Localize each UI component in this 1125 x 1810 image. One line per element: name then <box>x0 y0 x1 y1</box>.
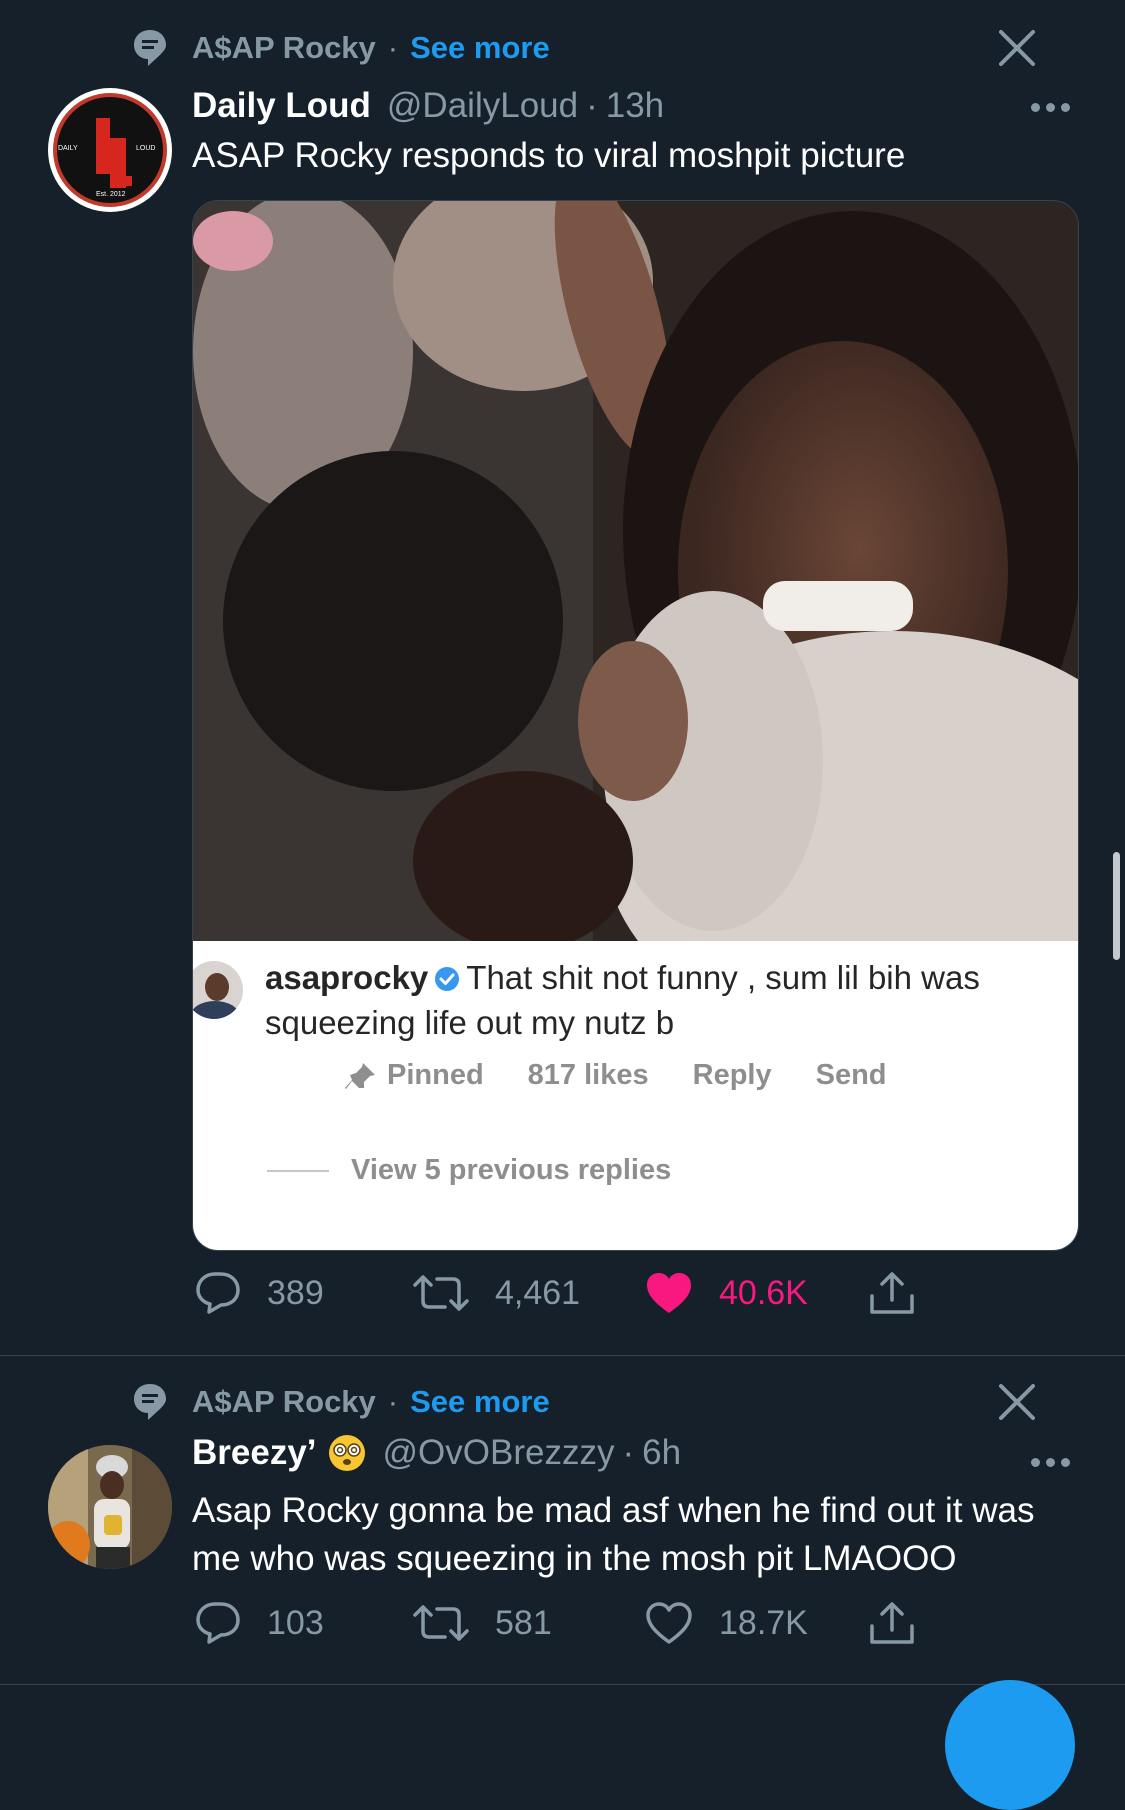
like-button[interactable]: 40.6K <box>645 1271 868 1315</box>
avatar-text-left: DAILY <box>58 145 78 152</box>
reply-count: 389 <box>267 1273 324 1312</box>
retweet-icon <box>413 1605 469 1641</box>
share-button[interactable] <box>868 1270 942 1316</box>
like-count: 18.7K <box>719 1603 808 1642</box>
verified-badge-icon <box>434 960 460 1002</box>
retweet-button[interactable]: 4,461 <box>413 1271 645 1315</box>
share-icon <box>870 1602 914 1644</box>
tweet-breezy[interactable]: A$AP Rocky · See more Breezy’ @OvOBrezzz… <box>0 1355 1125 1685</box>
tweet-divider <box>0 1684 1125 1685</box>
comment-username: asaprocky <box>265 959 429 996</box>
retweet-button[interactable]: 581 <box>413 1601 645 1645</box>
more-options-icon[interactable] <box>1031 103 1070 112</box>
more-options-icon[interactable] <box>1031 1458 1070 1467</box>
tweet-text: Asap Rocky gonna be mad asf when he find… <box>192 1491 1035 1578</box>
replies-divider <box>267 1169 329 1172</box>
topic-name[interactable]: A$AP Rocky <box>192 30 376 66</box>
instagram-comment-card: asaprocky That shit not funny , sum lil b… <box>193 941 1078 1250</box>
heart-filled-icon <box>647 1273 691 1313</box>
author-name[interactable]: Breezy’ <box>192 1433 317 1473</box>
comment-meta: Pinned 817 likes Reply Send <box>343 1059 931 1092</box>
author-handle[interactable]: @OvOBrezzzy <box>383 1433 615 1473</box>
tweet-text: ASAP Rocky responds to viral moshpit pic… <box>192 136 906 175</box>
heart-outline-icon <box>646 1602 692 1644</box>
separator-dot: · <box>622 1433 635 1472</box>
comment-reply: Reply <box>692 1059 772 1091</box>
pinned-text: Pinned <box>387 1059 484 1091</box>
author-handle[interactable]: @DailyLoud <box>387 86 578 126</box>
tweet-time[interactable]: 6h <box>642 1433 681 1473</box>
close-icon[interactable] <box>997 28 1037 68</box>
view-replies-row: View 5 previous replies <box>267 1154 671 1187</box>
tweet-time[interactable]: 13h <box>606 86 664 126</box>
compose-tweet-button[interactable] <box>945 1680 1075 1810</box>
topic-context-row: A$AP Rocky · See more <box>130 28 550 68</box>
commenter-avatar <box>193 961 243 1019</box>
reply-button[interactable]: 103 <box>195 1601 413 1645</box>
topic-name[interactable]: A$AP Rocky <box>192 1384 376 1420</box>
reply-count: 103 <box>267 1603 324 1642</box>
comment-body: asaprocky That shit not funny , sum lil b… <box>265 957 1065 1044</box>
author-name[interactable]: Daily Loud <box>192 86 371 126</box>
avatar[interactable]: DAILY LOUD Est. 2012 <box>48 88 172 212</box>
comment-likes: 817 likes <box>527 1059 649 1091</box>
tweet-actions: 389 4,461 40.6K <box>195 1270 942 1316</box>
topic-context-row: A$AP Rocky · See more <box>130 1382 550 1422</box>
avatar[interactable] <box>48 1445 172 1569</box>
tweet-daily-loud[interactable]: A$AP Rocky · See more DAILY LOUD Est. 20… <box>0 0 1125 1355</box>
tweet-media[interactable]: asaprocky That shit not funny , sum lil b… <box>192 200 1079 1251</box>
separator-dot: · <box>387 1384 399 1419</box>
dizzy-face-emoji-icon <box>327 1433 367 1473</box>
like-count: 40.6K <box>719 1273 808 1312</box>
avatar-text-est: Est. 2012 <box>96 191 126 198</box>
comment-send: Send <box>815 1059 887 1091</box>
reply-button[interactable]: 389 <box>195 1271 413 1315</box>
see-more-link[interactable]: See more <box>410 1384 550 1420</box>
media-photo[interactable] <box>193 201 1078 941</box>
topic-icon <box>130 28 170 68</box>
tweet-header: Breezy’ @OvOBrezzzy · 6h <box>192 1431 681 1475</box>
separator-dot: · <box>387 30 399 65</box>
retweet-count: 581 <box>495 1603 552 1642</box>
retweet-count: 4,461 <box>495 1273 581 1312</box>
share-icon <box>870 1272 914 1314</box>
like-button[interactable]: 18.7K <box>645 1601 868 1645</box>
view-replies-text: View 5 previous replies <box>351 1154 672 1186</box>
avatar-text-right: LOUD <box>136 145 155 152</box>
close-icon[interactable] <box>997 1382 1037 1422</box>
topic-icon <box>130 1382 170 1422</box>
pinned-label: Pinned <box>343 1059 484 1092</box>
share-button[interactable] <box>868 1600 942 1646</box>
tweet-header: Daily Loud @DailyLoud · 13h <box>192 84 664 128</box>
tweet-actions: 103 581 18.7K <box>195 1600 942 1646</box>
separator-dot: · <box>586 86 598 125</box>
reply-icon <box>196 1602 240 1644</box>
see-more-link[interactable]: See more <box>410 30 550 66</box>
scrollbar[interactable] <box>1113 852 1120 960</box>
